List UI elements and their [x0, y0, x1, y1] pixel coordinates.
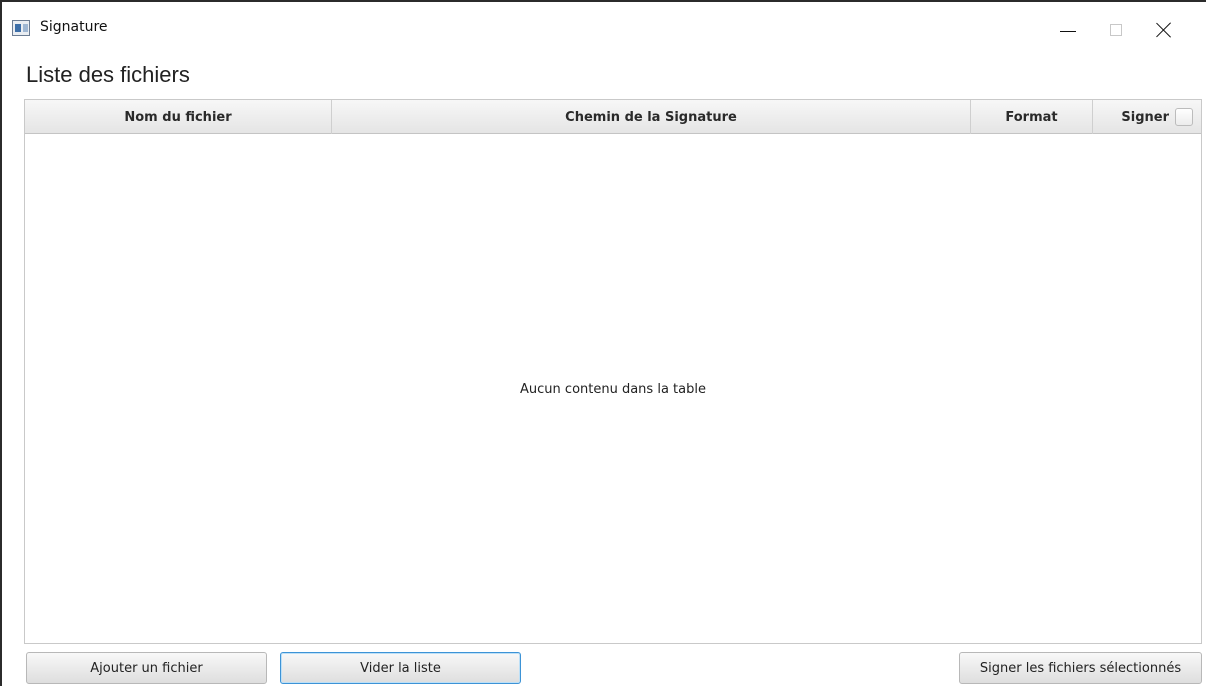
column-header-format[interactable]: Format — [971, 100, 1093, 134]
maximize-icon — [1110, 24, 1122, 36]
maximize-button[interactable] — [1093, 2, 1139, 58]
minimize-icon — [1060, 30, 1076, 32]
close-icon — [1156, 22, 1172, 38]
sign-selected-files-button[interactable]: Signer les fichiers sélectionnés — [959, 652, 1202, 684]
app-window-icon — [12, 20, 30, 36]
column-header-label: Nom du fichier — [124, 109, 232, 125]
minimize-button[interactable] — [1045, 2, 1091, 58]
table-header: Nom du fichier Chemin de la Signature Fo… — [25, 100, 1201, 134]
window-title: Signature — [40, 19, 108, 35]
title-bar[interactable]: Signature — [2, 2, 1206, 58]
app-window: Signature Liste des fichiers Nom du fich… — [0, 0, 1206, 686]
clear-list-button[interactable]: Vider la liste — [280, 652, 521, 684]
column-header-label: Format — [1005, 109, 1058, 125]
column-header-sign[interactable]: Signer — [1093, 100, 1201, 134]
column-header-label: Chemin de la Signature — [565, 109, 737, 125]
close-button[interactable] — [1141, 2, 1187, 58]
column-header-label: Signer — [1121, 109, 1169, 125]
files-table[interactable]: Nom du fichier Chemin de la Signature Fo… — [24, 99, 1202, 644]
column-header-file-name[interactable]: Nom du fichier — [25, 100, 332, 134]
table-empty-placeholder: Aucun contenu dans la table — [520, 382, 706, 397]
add-file-button[interactable]: Ajouter un fichier — [26, 652, 267, 684]
column-header-signature-path[interactable]: Chemin de la Signature — [332, 100, 971, 134]
page-title: Liste des fichiers — [26, 62, 190, 87]
select-all-checkbox[interactable] — [1175, 108, 1193, 126]
